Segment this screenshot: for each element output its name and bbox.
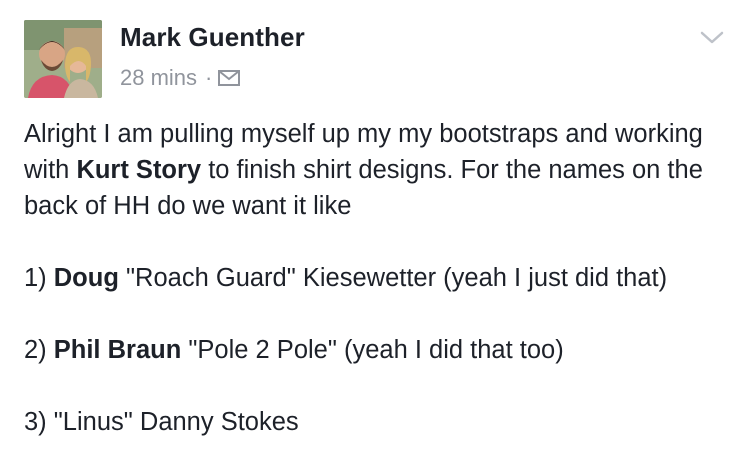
list-item-1: 1) Doug "Roach Guard" Kiesewetter (yeah … (24, 260, 740, 296)
meta-separator: · (205, 65, 213, 90)
list-item-2: 2) Phil Braun "Pole 2 Pole" (yeah I did … (24, 332, 740, 368)
author-name[interactable]: Mark Guenther (120, 22, 305, 53)
profile-photo (24, 20, 102, 98)
tagged-user-doug[interactable]: Doug (54, 264, 119, 292)
chevron-down-icon[interactable] (700, 30, 724, 46)
post-paragraph-intro: Alright I am pulling myself up my my boo… (24, 116, 740, 224)
item-number: 1) (24, 264, 54, 292)
item-text: "Roach Guard" Kiesewetter (yeah I just d… (118, 264, 668, 292)
post-timestamp[interactable]: 28 mins (120, 65, 197, 91)
envelope-icon (218, 66, 241, 92)
item-text: "Pole 2 Pole" (yeah I did that too) (181, 336, 564, 364)
tagged-user-kurt-story[interactable]: Kurt Story (76, 156, 201, 184)
tagged-user-phil-braun[interactable]: Phil Braun (54, 336, 182, 364)
item-number: 2) (24, 336, 54, 364)
post-body: Alright I am pulling myself up my my boo… (24, 116, 740, 440)
list-item-3: 3) "Linus" Danny Stokes (24, 408, 299, 436)
author-avatar[interactable] (24, 20, 102, 98)
post-meta: 28 mins · (120, 64, 241, 92)
facebook-post: Mark Guenther 28 mins · Alright I am pul… (0, 0, 750, 469)
